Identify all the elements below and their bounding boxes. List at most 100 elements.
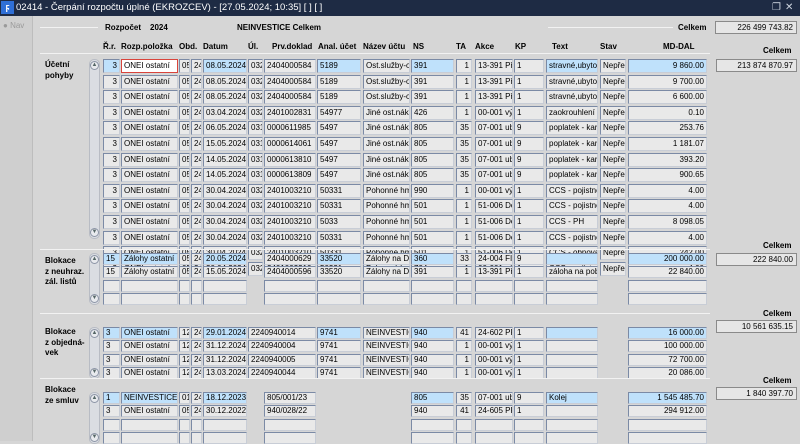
cell-rr[interactable]: 3 [103, 137, 120, 151]
cell-prv-doklad[interactable]: 2404000584 [264, 90, 316, 104]
cell-prv-doklad[interactable]: 2240940004 [248, 340, 316, 352]
cell-ns[interactable]: 391 [411, 90, 454, 104]
cell-prv-doklad[interactable] [264, 419, 316, 431]
cell-kp[interactable]: 9 [514, 153, 544, 167]
cell-akce[interactable] [475, 293, 513, 305]
cell-rok[interactable]: 24 [191, 106, 202, 120]
cell-prv-doklad[interactable]: 940/028/22 [264, 405, 316, 417]
cell-md-dal[interactable]: 4.00 [628, 231, 707, 245]
cell-text[interactable] [546, 293, 598, 305]
cell-datum[interactable]: 30.04.2024 [203, 184, 247, 198]
cell-text[interactable]: CCS - pojistné l [546, 184, 598, 198]
cell-stav[interactable]: Nepřen [600, 153, 626, 167]
cell-rozp-polozka[interactable]: ONEI ostatní [121, 215, 178, 229]
cell-rok[interactable] [191, 419, 202, 431]
cell-akce[interactable]: 07-001 uby [475, 121, 513, 135]
cell-obdobi[interactable]: 12 [179, 327, 190, 339]
cell-rozp-polozka[interactable]: Zálohy ostatní [121, 266, 178, 278]
cell-text[interactable]: stravné,ubytov [546, 59, 598, 73]
cell-datum[interactable]: 14.05.2024 [203, 168, 247, 182]
cell-kp[interactable]: 9 [514, 137, 544, 151]
cell-obdobi[interactable] [179, 293, 190, 305]
cell-md-dal[interactable]: 9 860.00 [628, 59, 707, 73]
cell-text[interactable]: záloha na poby [546, 266, 598, 278]
cell-obdobi[interactable]: 12 [179, 340, 190, 352]
cell-rr[interactable]: 1 [103, 392, 120, 404]
cell-nazev-uctu[interactable]: Pohonné hmo [363, 199, 410, 213]
cell-anal-ucet[interactable]: 5497 [317, 168, 361, 182]
cell-prv-doklad[interactable]: 2240940014 [248, 327, 316, 339]
cell-text[interactable]: CCS - pojistné ( [546, 199, 598, 213]
cell-md-dal[interactable]: 100 000.00 [628, 340, 707, 352]
cell-ta[interactable]: 1 [456, 75, 472, 89]
cell-ta[interactable] [456, 293, 472, 305]
cell-md-dal[interactable] [628, 432, 707, 444]
cell-datum[interactable]: 30.04.2024 [203, 199, 247, 213]
cell-rozp-polozka[interactable] [121, 293, 178, 305]
cell-prv-doklad[interactable]: 2401002831 [264, 106, 316, 120]
cell-rozp-polozka[interactable]: ONEI ostatní [121, 327, 178, 339]
cell-obdobi[interactable]: 05 [179, 266, 190, 278]
cell-ns[interactable]: 940 [411, 327, 454, 339]
cell-datum[interactable]: 03.04.2024 [203, 106, 247, 120]
scroll-up-icon[interactable]: ▲ [90, 394, 99, 403]
cell-obdobi[interactable] [179, 419, 190, 431]
cell-kp[interactable]: 1 [514, 215, 544, 229]
cell-ta[interactable]: 1 [456, 231, 472, 245]
cell-nazev-uctu[interactable] [363, 293, 410, 305]
cell-prv-doklad[interactable]: 2404000584 [264, 75, 316, 89]
scrollbar[interactable]: ▲ ▼ [89, 253, 100, 305]
cell-akce[interactable]: 00-001 výu [475, 184, 513, 198]
cell-obdobi[interactable]: 05 [179, 106, 190, 120]
cell-nazev-uctu[interactable]: NEINVESTICE [363, 340, 410, 352]
cell-stav[interactable]: Nepřen [600, 137, 626, 151]
cell-ta[interactable]: 41 [456, 405, 472, 417]
cell-obdobi[interactable]: 05 [179, 75, 190, 89]
cell-md-dal[interactable]: 900.65 [628, 168, 707, 182]
cell-rr[interactable]: 3 [103, 168, 120, 182]
cell-rr[interactable]: 15 [103, 253, 120, 265]
cell-ns[interactable]: 501 [411, 215, 454, 229]
cell-obdobi[interactable]: 05 [179, 137, 190, 151]
cell-prv-doklad[interactable]: 2404000584 [264, 59, 316, 73]
cell-datum[interactable]: 14.05.2024 [203, 153, 247, 167]
cell-kp[interactable]: 1 [514, 266, 544, 278]
cell-prv-doklad[interactable]: 2401003210 [264, 231, 316, 245]
cell-rozp-polozka[interactable]: ONEI ostatní [121, 106, 178, 120]
cell-rr[interactable] [103, 280, 120, 292]
cell-stav[interactable]: Nepřen [600, 121, 626, 135]
cell-rozp-polozka[interactable]: ONEI ostatní [121, 405, 178, 417]
cell-datum[interactable] [203, 419, 247, 431]
cell-datum[interactable] [203, 293, 247, 305]
cell-md-dal[interactable]: 9 700.00 [628, 75, 707, 89]
cell-nazev-uctu[interactable]: NEINVESTICE [363, 354, 410, 366]
cell-rozp-polozka[interactable] [121, 419, 178, 431]
cell-ul[interactable]: 032 [248, 90, 263, 104]
cell-datum[interactable]: 08.05.2024 [203, 59, 247, 73]
cell-ta[interactable]: 35 [456, 121, 472, 135]
cell-anal-ucet[interactable]: 33520 [317, 253, 361, 265]
cell-ul[interactable]: 032 [248, 231, 263, 245]
cell-text[interactable] [546, 253, 598, 265]
cell-prv-doklad[interactable]: 0000613809 [264, 168, 316, 182]
cell-rozp-polozka[interactable]: ONEI ostatní [121, 121, 178, 135]
cell-rozp-polozka[interactable]: ONEI ostatní [121, 75, 178, 89]
cell-rozp-polozka[interactable]: ONEI ostatní [121, 90, 178, 104]
cell-prv-doklad[interactable]: 0000611985 [264, 121, 316, 135]
cell-rok[interactable]: 24 [191, 75, 202, 89]
cell-nazev-uctu[interactable]: Jiné ost.nákl.- [363, 121, 410, 135]
cell-obdobi[interactable]: 05 [179, 405, 190, 417]
cell-ns[interactable]: 805 [411, 168, 454, 182]
cell-datum[interactable]: 08.05.2024 [203, 90, 247, 104]
scroll-down-icon[interactable]: ▼ [90, 294, 99, 303]
cell-stav[interactable]: Nepřen [600, 184, 626, 198]
cell-md-dal[interactable]: 393.20 [628, 153, 707, 167]
cell-akce[interactable]: 24-602 PPS [475, 327, 513, 339]
cell-nazev-uctu[interactable]: Jiné ost.nákl.- [363, 137, 410, 151]
cell-anal-ucet[interactable] [317, 293, 361, 305]
scrollbar[interactable]: ▲ ▼ [89, 392, 100, 444]
cell-ta[interactable]: 1 [456, 90, 472, 104]
cell-md-dal[interactable]: 6 600.00 [628, 90, 707, 104]
cell-akce[interactable]: 51-006 Do [475, 215, 513, 229]
cell-text[interactable]: stravné,ubytov [546, 90, 598, 104]
